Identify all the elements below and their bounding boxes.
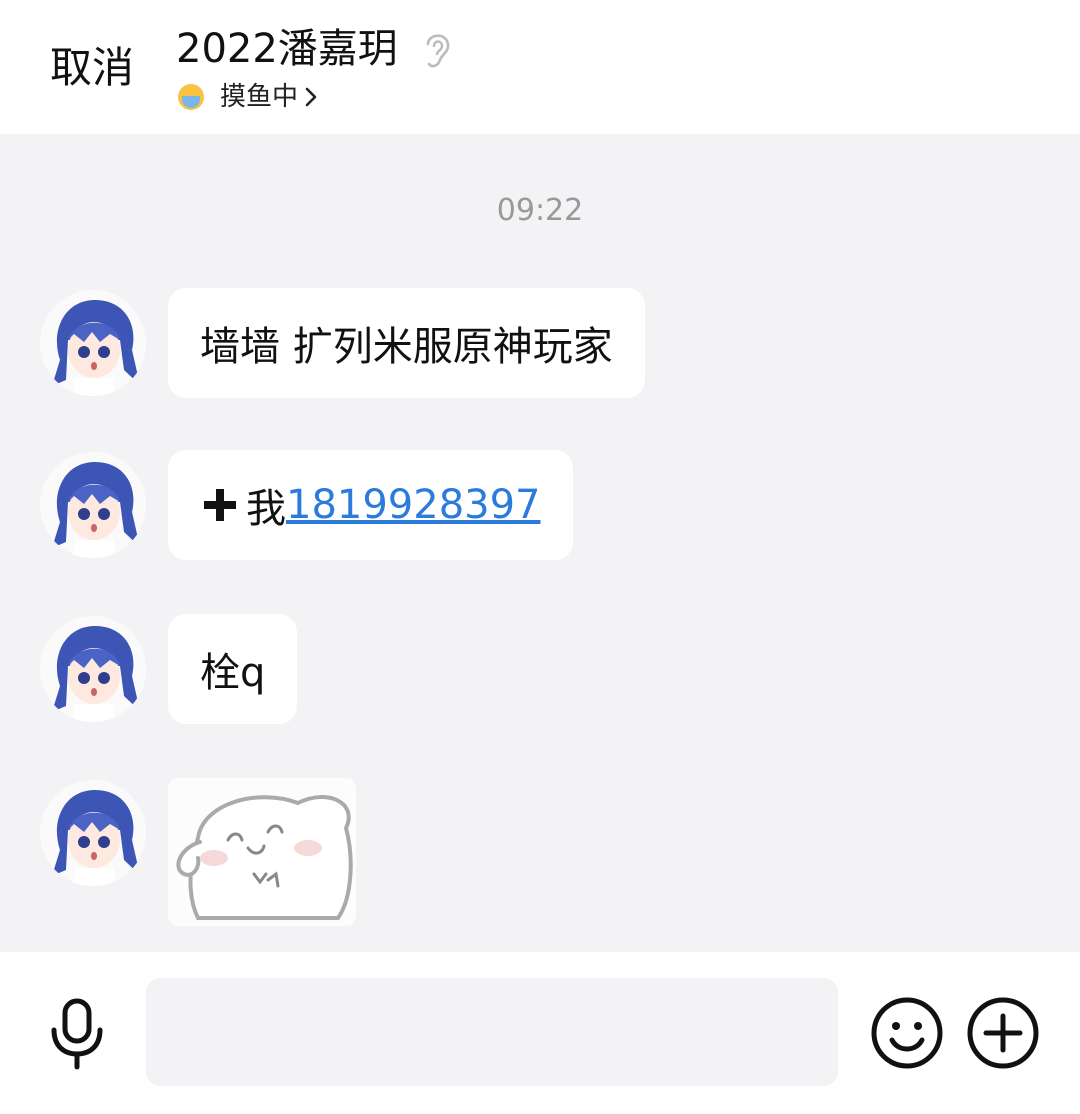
cartoon-sticker-icon [168, 778, 356, 926]
cancel-button[interactable]: 取消 [50, 42, 134, 94]
plus-circle-icon[interactable] [966, 996, 1040, 1070]
message-bubble[interactable]: 栓q [168, 614, 298, 724]
phone-number-link[interactable]: 1819928397 [286, 482, 541, 528]
message-bubble[interactable]: 我 1819928397 [168, 450, 573, 560]
anime-avatar-icon [40, 616, 146, 722]
message-input[interactable] [146, 978, 838, 1086]
chat-title[interactable]: 2022潘嘉玥 [176, 24, 398, 74]
anime-avatar-icon [40, 780, 146, 886]
anime-avatar-icon [40, 290, 146, 396]
avatar[interactable] [40, 780, 146, 886]
message-bubble[interactable]: 墙墙 扩列米服原神玩家 [168, 288, 645, 398]
chat-header: 取消 2022潘嘉玥 摸鱼中 [0, 0, 1080, 134]
message-text: 我 [246, 486, 286, 532]
message-text: 墙墙 扩列米服原神玩家 [200, 324, 613, 370]
chevron-right-icon[interactable] [304, 85, 318, 109]
avatar[interactable] [40, 290, 146, 396]
message-timestamp: 09:22 [496, 193, 584, 228]
emoji-icon[interactable] [870, 996, 944, 1070]
status-emoji-icon [178, 84, 204, 110]
plus-icon [204, 489, 236, 521]
status-text[interactable]: 摸鱼中 [220, 80, 298, 114]
ear-icon[interactable] [418, 28, 454, 72]
anime-avatar-icon [40, 452, 146, 558]
message-text: 栓q [200, 650, 266, 696]
sticker-message[interactable] [168, 778, 356, 926]
microphone-icon[interactable] [48, 998, 106, 1070]
avatar[interactable] [40, 452, 146, 558]
avatar[interactable] [40, 616, 146, 722]
